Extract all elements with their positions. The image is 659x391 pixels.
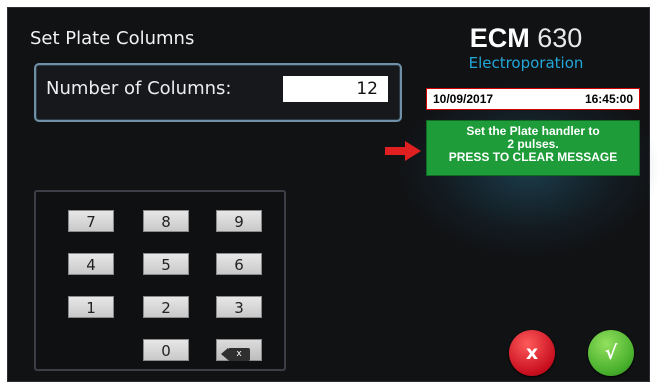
key-2[interactable]: 2 — [143, 296, 189, 318]
key-3[interactable]: 3 — [216, 296, 262, 318]
confirm-button[interactable]: √ — [588, 330, 634, 376]
key-1[interactable]: 1 — [68, 296, 114, 318]
key-8[interactable]: 8 — [143, 210, 189, 232]
checkmark-icon: √ — [604, 342, 618, 364]
brand-logo: ECM 630 Electroporation — [422, 22, 630, 72]
key-5[interactable]: 5 — [143, 253, 189, 275]
ecm-panel: Set Plate Columns Number of Columns: 12 … — [7, 7, 659, 382]
brand-name: ECM — [469, 23, 530, 53]
columns-input[interactable]: 12 — [283, 76, 388, 102]
numeric-keypad: 7 8 9 4 5 6 1 2 3 0 x — [34, 190, 286, 371]
page-title: Set Plate Columns — [30, 28, 195, 49]
columns-label: Number of Columns: — [46, 78, 232, 99]
columns-field-box: Number of Columns: 12 — [34, 63, 402, 122]
key-6[interactable]: 6 — [216, 253, 262, 275]
cancel-icon: x — [525, 342, 539, 364]
backspace-icon: x — [221, 348, 250, 361]
key-0[interactable]: 0 — [143, 339, 189, 361]
date-text: 10/09/2017 — [433, 92, 494, 106]
message-button[interactable]: Set the Plate handler to 2 pulses. PRESS… — [426, 120, 640, 176]
message-line-3: PRESS TO CLEAR MESSAGE — [448, 150, 618, 164]
cancel-button[interactable]: x — [509, 330, 555, 376]
key-7[interactable]: 7 — [68, 210, 114, 232]
screen: Set Plate Columns Number of Columns: 12 … — [0, 0, 659, 391]
backspace-button[interactable]: x — [216, 339, 262, 361]
brand-subtitle: Electroporation — [468, 54, 584, 72]
brand-title: ECM 630 — [422, 22, 630, 54]
message-arrow-icon — [385, 141, 421, 161]
key-4[interactable]: 4 — [68, 253, 114, 275]
time-text: 16:45:00 — [584, 92, 633, 106]
key-9[interactable]: 9 — [216, 210, 262, 232]
brand-model: 630 — [537, 23, 583, 53]
date-time-bar: 10/09/2017 16:45:00 — [426, 88, 640, 110]
